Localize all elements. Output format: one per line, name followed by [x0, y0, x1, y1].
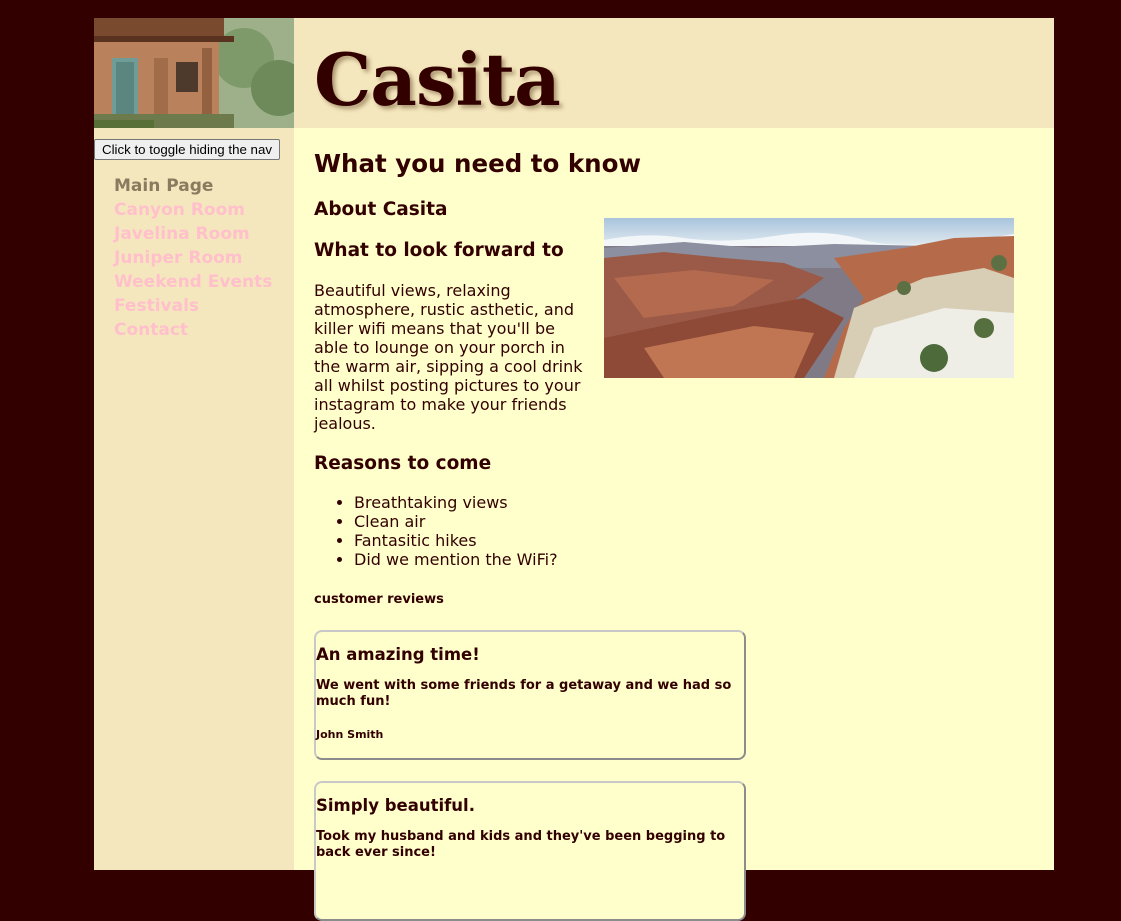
reasons-list: Breathtaking views Clean air Fantasitic …	[314, 493, 558, 569]
reason-item: Fantasitic hikes	[354, 531, 558, 550]
page-heading: What you need to know	[314, 149, 642, 178]
reasons-heading: Reasons to come	[314, 453, 492, 474]
review-text: We went with some friends for a getaway …	[316, 678, 732, 709]
review-title: Simply beautiful.	[316, 796, 475, 815]
nav-item-contact[interactable]: Contact	[114, 318, 272, 342]
nav-item-festivals[interactable]: Festivals	[114, 294, 272, 318]
look-forward-text: Beautiful views, relaxing atmosphere, ru…	[314, 281, 583, 433]
review-card: Simply beautiful. Took my husband and ki…	[314, 781, 746, 921]
nav-item-juniper-room[interactable]: Juniper Room	[114, 246, 272, 270]
nav-item-main-page[interactable]: Main Page	[114, 174, 272, 198]
nav-list: Main Page Canyon Room Javelina Room Juni…	[114, 174, 272, 342]
reason-item: Clean air	[354, 512, 558, 531]
reason-item: Did we mention the WiFi?	[354, 550, 558, 569]
about-heading: About Casita	[314, 199, 448, 220]
page-wrapper: Casita Click to toggle hiding the nav Ma…	[94, 18, 1054, 921]
grand-canyon-photo	[604, 218, 1014, 378]
customer-reviews-label: customer reviews	[314, 592, 444, 607]
nav-item-javelina-room[interactable]: Javelina Room	[114, 222, 272, 246]
site-header: Casita	[94, 18, 1054, 128]
toggle-nav-button[interactable]: Click to toggle hiding the nav	[94, 139, 280, 160]
nav-item-canyon-room[interactable]: Canyon Room	[114, 198, 272, 222]
look-forward-heading: What to look forward to	[314, 240, 564, 261]
sidebar: Click to toggle hiding the nav Main Page…	[94, 128, 294, 870]
review-text: Took my husband and kids and they've bee…	[316, 829, 726, 860]
review-title: An amazing time!	[316, 645, 480, 664]
casita-house-photo	[94, 18, 294, 128]
site-title: Casita	[314, 37, 561, 122]
reason-item: Breathtaking views	[354, 493, 558, 512]
nav-item-weekend-events[interactable]: Weekend Events	[114, 270, 272, 294]
review-author: John Smith	[316, 728, 384, 741]
review-card: An amazing time! We went with some frien…	[314, 630, 746, 760]
